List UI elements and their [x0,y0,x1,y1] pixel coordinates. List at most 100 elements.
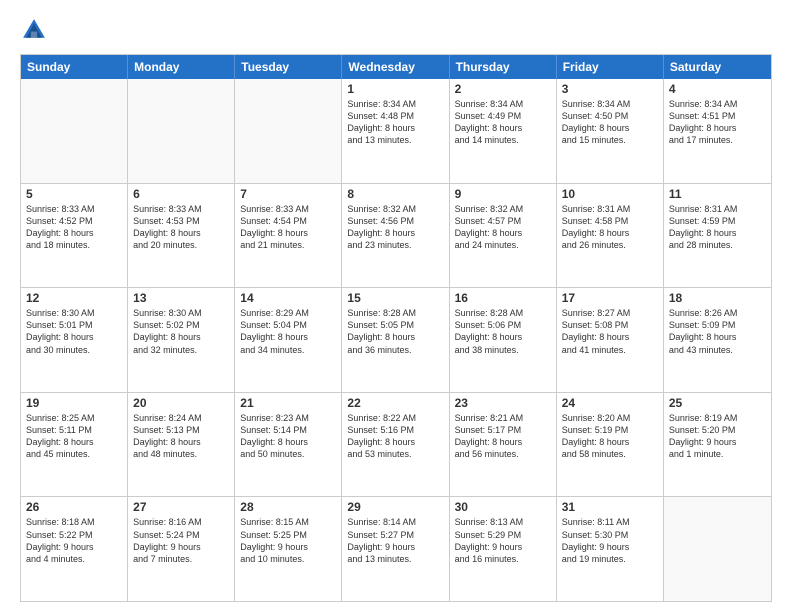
day-number: 30 [455,500,551,514]
day-cell-3: 3 Sunrise: 8:34 AM Sunset: 4:50 PM Daylig… [557,79,664,183]
day-number: 28 [240,500,336,514]
day-info-text: Sunrise: 8:24 AM Sunset: 5:13 PM Dayligh… [133,412,229,461]
day-cell-31: 31 Sunrise: 8:11 AM Sunset: 5:30 PM Dayli… [557,497,664,601]
calendar-row-5: 26 Sunrise: 8:18 AM Sunset: 5:22 PM Dayli… [21,496,771,601]
day-number: 24 [562,396,658,410]
day-info-text: Sunrise: 8:18 AM Sunset: 5:22 PM Dayligh… [26,516,122,565]
day-number: 6 [133,187,229,201]
day-number: 21 [240,396,336,410]
day-cell-30: 30 Sunrise: 8:13 AM Sunset: 5:29 PM Dayli… [450,497,557,601]
day-info-text: Sunrise: 8:28 AM Sunset: 5:06 PM Dayligh… [455,307,551,356]
day-info-text: Sunrise: 8:13 AM Sunset: 5:29 PM Dayligh… [455,516,551,565]
day-info-text: Sunrise: 8:34 AM Sunset: 4:49 PM Dayligh… [455,98,551,147]
header-day-monday: Monday [128,55,235,79]
day-cell-empty-4-6 [664,497,771,601]
day-number: 7 [240,187,336,201]
calendar-row-2: 5Sunrise: 8:33 AM Sunset: 4:52 PM Daylig… [21,183,771,288]
day-info-text: Sunrise: 8:15 AM Sunset: 5:25 PM Dayligh… [240,516,336,565]
calendar-header: SundayMondayTuesdayWednesdayThursdayFrid… [21,55,771,79]
calendar: SundayMondayTuesdayWednesdayThursdayFrid… [20,54,772,602]
day-number: 9 [455,187,551,201]
day-cell-20: 20 Sunrise: 8:24 AM Sunset: 5:13 PM Dayli… [128,393,235,497]
header-day-saturday: Saturday [664,55,771,79]
calendar-row-3: 12 Sunrise: 8:30 AM Sunset: 5:01 PM Dayli… [21,287,771,392]
day-cell-28: 28 Sunrise: 8:15 AM Sunset: 5:25 PM Dayli… [235,497,342,601]
day-info-text: Sunrise: 8:16 AM Sunset: 5:24 PM Dayligh… [133,516,229,565]
day-number: 14 [240,291,336,305]
day-info-text: Sunrise: 8:28 AM Sunset: 5:05 PM Dayligh… [347,307,443,356]
day-cell-18: 18Sunrise: 8:26 AM Sunset: 5:09 PM Dayli… [664,288,771,392]
day-cell-24: 24Sunrise: 8:20 AM Sunset: 5:19 PM Dayli… [557,393,664,497]
day-cell-empty-0-1 [128,79,235,183]
day-info-text: Sunrise: 8:26 AM Sunset: 5:09 PM Dayligh… [669,307,766,356]
header-day-thursday: Thursday [450,55,557,79]
day-cell-22: 22 Sunrise: 8:22 AM Sunset: 5:16 PM Dayli… [342,393,449,497]
day-cell-6: 6 Sunrise: 8:33 AM Sunset: 4:53 PM Daylig… [128,184,235,288]
day-info-text: Sunrise: 8:29 AM Sunset: 5:04 PM Dayligh… [240,307,336,356]
day-cell-29: 29Sunrise: 8:14 AM Sunset: 5:27 PM Dayli… [342,497,449,601]
day-info-text: Sunrise: 8:34 AM Sunset: 4:51 PM Dayligh… [669,98,766,147]
day-number: 16 [455,291,551,305]
day-number: 26 [26,500,122,514]
day-cell-2: 2 Sunrise: 8:34 AM Sunset: 4:49 PM Daylig… [450,79,557,183]
day-number: 17 [562,291,658,305]
day-cell-10: 10Sunrise: 8:31 AM Sunset: 4:58 PM Dayli… [557,184,664,288]
day-number: 12 [26,291,122,305]
day-cell-9: 9 Sunrise: 8:32 AM Sunset: 4:57 PM Daylig… [450,184,557,288]
day-info-text: Sunrise: 8:11 AM Sunset: 5:30 PM Dayligh… [562,516,658,565]
day-number: 31 [562,500,658,514]
logo-icon [20,16,48,44]
day-cell-12: 12 Sunrise: 8:30 AM Sunset: 5:01 PM Dayli… [21,288,128,392]
day-cell-19: 19 Sunrise: 8:25 AM Sunset: 5:11 PM Dayli… [21,393,128,497]
day-number: 20 [133,396,229,410]
day-info-text: Sunrise: 8:22 AM Sunset: 5:16 PM Dayligh… [347,412,443,461]
day-cell-27: 27Sunrise: 8:16 AM Sunset: 5:24 PM Dayli… [128,497,235,601]
day-number: 3 [562,82,658,96]
day-number: 15 [347,291,443,305]
day-number: 19 [26,396,122,410]
day-info-text: Sunrise: 8:21 AM Sunset: 5:17 PM Dayligh… [455,412,551,461]
day-cell-21: 21 Sunrise: 8:23 AM Sunset: 5:14 PM Dayli… [235,393,342,497]
day-cell-empty-0-2 [235,79,342,183]
day-info-text: Sunrise: 8:34 AM Sunset: 4:48 PM Dayligh… [347,98,443,147]
day-number: 25 [669,396,766,410]
day-number: 1 [347,82,443,96]
day-cell-8: 8 Sunrise: 8:32 AM Sunset: 4:56 PM Daylig… [342,184,449,288]
day-number: 22 [347,396,443,410]
day-cell-23: 23Sunrise: 8:21 AM Sunset: 5:17 PM Dayli… [450,393,557,497]
day-info-text: Sunrise: 8:33 AM Sunset: 4:52 PM Dayligh… [26,203,122,252]
day-cell-7: 7 Sunrise: 8:33 AM Sunset: 4:54 PM Daylig… [235,184,342,288]
day-info-text: Sunrise: 8:32 AM Sunset: 4:56 PM Dayligh… [347,203,443,252]
day-cell-1: 1 Sunrise: 8:34 AM Sunset: 4:48 PM Daylig… [342,79,449,183]
day-cell-26: 26 Sunrise: 8:18 AM Sunset: 5:22 PM Dayli… [21,497,128,601]
day-info-text: Sunrise: 8:25 AM Sunset: 5:11 PM Dayligh… [26,412,122,461]
day-cell-14: 14 Sunrise: 8:29 AM Sunset: 5:04 PM Dayli… [235,288,342,392]
day-info-text: Sunrise: 8:33 AM Sunset: 4:53 PM Dayligh… [133,203,229,252]
day-cell-11: 11Sunrise: 8:31 AM Sunset: 4:59 PM Dayli… [664,184,771,288]
day-info-text: Sunrise: 8:30 AM Sunset: 5:01 PM Dayligh… [26,307,122,356]
header-day-tuesday: Tuesday [235,55,342,79]
header-day-wednesday: Wednesday [342,55,449,79]
calendar-row-1: 1 Sunrise: 8:34 AM Sunset: 4:48 PM Daylig… [21,79,771,183]
day-number: 4 [669,82,766,96]
day-info-text: Sunrise: 8:33 AM Sunset: 4:54 PM Dayligh… [240,203,336,252]
calendar-row-4: 19 Sunrise: 8:25 AM Sunset: 5:11 PM Dayli… [21,392,771,497]
day-cell-16: 16 Sunrise: 8:28 AM Sunset: 5:06 PM Dayli… [450,288,557,392]
day-number: 11 [669,187,766,201]
day-number: 2 [455,82,551,96]
day-info-text: Sunrise: 8:27 AM Sunset: 5:08 PM Dayligh… [562,307,658,356]
day-info-text: Sunrise: 8:32 AM Sunset: 4:57 PM Dayligh… [455,203,551,252]
page: SundayMondayTuesdayWednesdayThursdayFrid… [0,0,792,612]
day-info-text: Sunrise: 8:34 AM Sunset: 4:50 PM Dayligh… [562,98,658,147]
day-info-text: Sunrise: 8:23 AM Sunset: 5:14 PM Dayligh… [240,412,336,461]
day-info-text: Sunrise: 8:30 AM Sunset: 5:02 PM Dayligh… [133,307,229,356]
day-number: 8 [347,187,443,201]
day-cell-4: 4 Sunrise: 8:34 AM Sunset: 4:51 PM Daylig… [664,79,771,183]
day-cell-15: 15 Sunrise: 8:28 AM Sunset: 5:05 PM Dayli… [342,288,449,392]
logo [20,16,52,44]
day-number: 13 [133,291,229,305]
day-cell-5: 5Sunrise: 8:33 AM Sunset: 4:52 PM Daylig… [21,184,128,288]
header-day-sunday: Sunday [21,55,128,79]
header [20,16,772,44]
header-day-friday: Friday [557,55,664,79]
